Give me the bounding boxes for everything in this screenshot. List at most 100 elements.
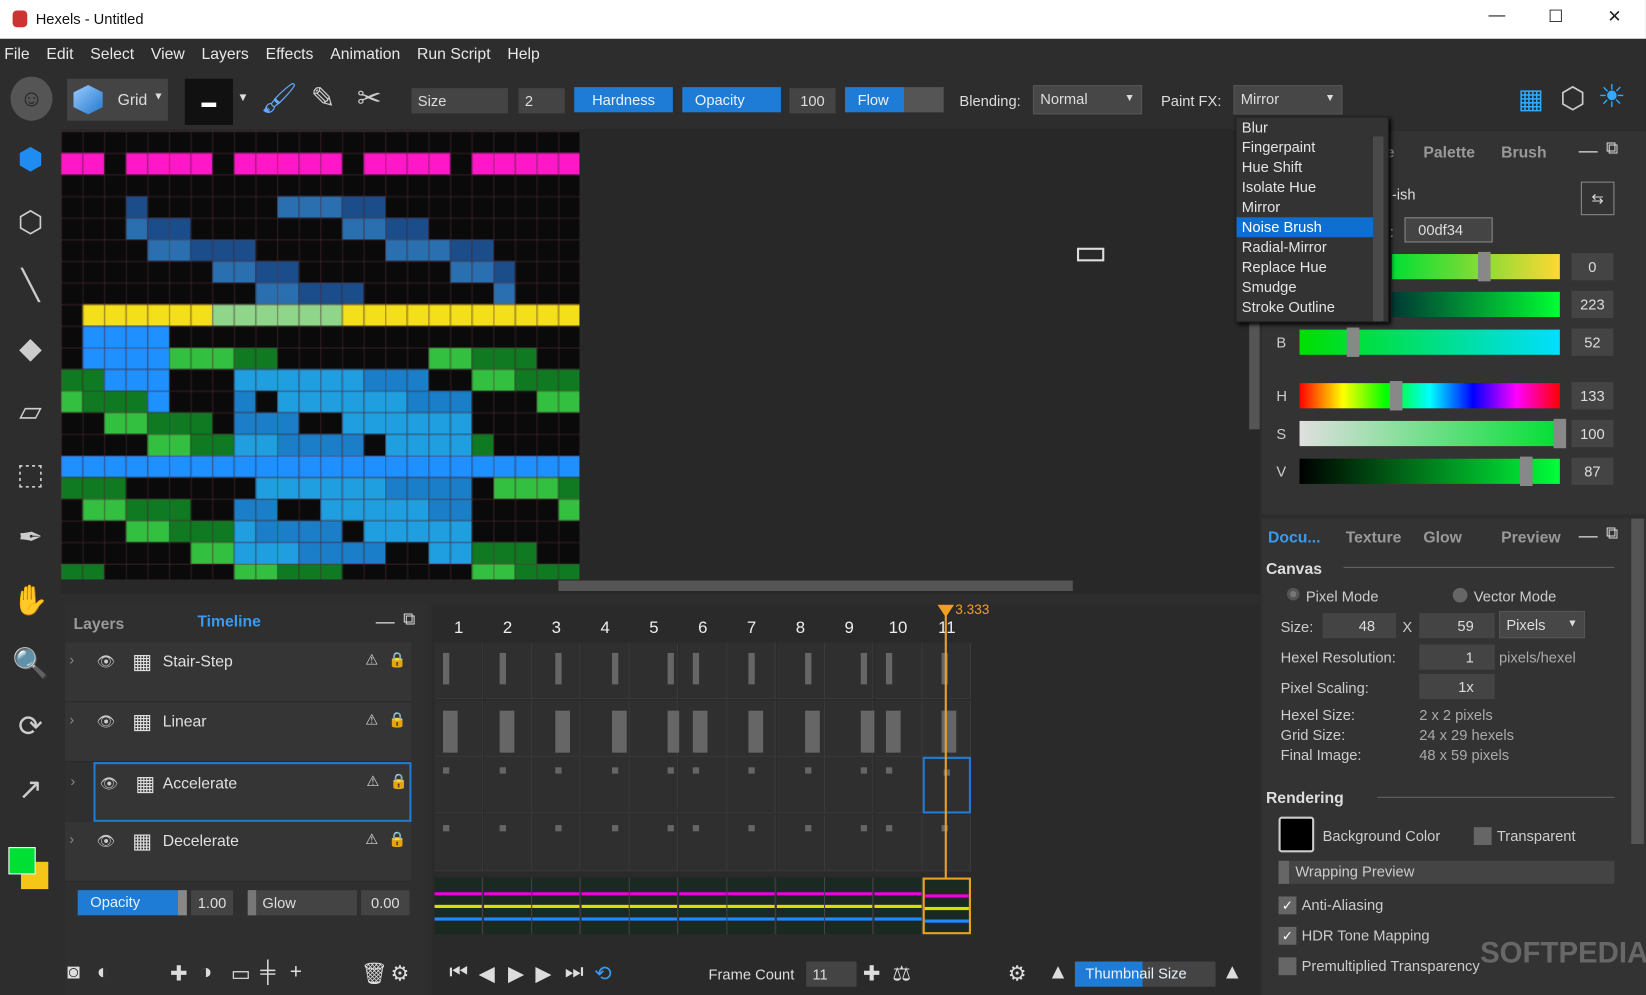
settings-icon[interactable]: ⚙ <box>390 960 409 986</box>
eraser-icon[interactable]: ▱ <box>10 392 50 432</box>
keyframe-cell[interactable] <box>581 756 630 814</box>
swap-colors-icon[interactable]: ⇆ <box>1580 181 1615 216</box>
channel-value[interactable]: 87 <box>1571 457 1614 485</box>
line-tool-icon[interactable]: ✂ <box>357 81 382 116</box>
zoom-icon[interactable]: 🔍 <box>10 643 50 683</box>
frame-number[interactable]: 3 <box>546 619 567 638</box>
mascot-icon[interactable]: ☺ <box>10 76 53 121</box>
hex-view-icon[interactable]: ⬡ <box>1560 81 1586 116</box>
frame-thumbnail[interactable] <box>825 877 874 935</box>
add-frame-icon[interactable]: ✚ <box>863 960 881 986</box>
keyframe-cell[interactable] <box>825 699 876 757</box>
hex-input[interactable]: 00df34 <box>1404 217 1493 243</box>
keyframe-cell[interactable] <box>629 642 679 700</box>
keyframe-cell[interactable] <box>434 814 483 871</box>
channel-value[interactable]: 0 <box>1571 252 1614 281</box>
channel-value[interactable]: 223 <box>1571 290 1614 319</box>
paintfx-option[interactable]: Blur <box>1237 118 1375 138</box>
keyframe-cell[interactable] <box>873 814 923 871</box>
menu-help[interactable]: Help <box>499 39 548 63</box>
loop-icon[interactable]: ⟲ <box>594 960 612 986</box>
slider-thumb[interactable] <box>1477 251 1491 282</box>
keyframe-cell[interactable] <box>727 756 776 814</box>
layer-row[interactable]: › 👁 ▦ Decelerate ⚠ 🔒 <box>65 821 412 882</box>
keyframe-cell[interactable] <box>629 756 679 814</box>
frame-number[interactable]: 1 <box>448 619 469 638</box>
hexagon-outline-tool-icon[interactable]: ⬡ <box>10 203 50 243</box>
pixel-scaling-input[interactable]: 1x <box>1419 673 1495 700</box>
frame-thumbnail[interactable] <box>678 877 727 935</box>
channel-slider[interactable] <box>1299 456 1560 487</box>
chevron-down-icon[interactable]: ▼ <box>237 91 248 104</box>
tab-glow[interactable]: Glow <box>1423 529 1461 547</box>
add-mask-icon[interactable]: ◙ <box>67 960 80 984</box>
tab-timeline[interactable]: Timeline <box>197 613 261 631</box>
frame-number[interactable]: 8 <box>790 619 811 638</box>
menu-animation[interactable]: Animation <box>322 39 409 63</box>
panel-scrollbar[interactable] <box>1631 518 1644 844</box>
eye-icon[interactable]: 👁 <box>100 775 119 793</box>
keyframe-cell[interactable] <box>825 756 874 814</box>
blend-icon[interactable]: ⚠ <box>365 830 378 848</box>
paintfx-option[interactable]: Smudge <box>1237 277 1375 297</box>
background-color-swatch[interactable] <box>1278 816 1315 853</box>
frame-thumbnail[interactable] <box>581 877 630 935</box>
tab-palette[interactable]: Palette <box>1423 144 1475 162</box>
prev-frame-icon[interactable]: ◀ <box>479 960 495 986</box>
premultiplied-checkbox[interactable] <box>1278 957 1297 976</box>
keyframe-cell[interactable] <box>727 642 776 700</box>
pencil-icon[interactable]: ✎ <box>311 81 336 116</box>
frame-thumbnail[interactable] <box>532 877 581 935</box>
menu-effects[interactable]: Effects <box>257 39 322 63</box>
keyframe-cell[interactable] <box>678 756 727 814</box>
tab-brush[interactable]: Brush <box>1501 144 1546 162</box>
expand-icon[interactable]: › <box>69 651 74 668</box>
expand-icon[interactable]: › <box>70 773 75 790</box>
transform-icon[interactable]: ↗ <box>10 769 50 809</box>
slider-thumb[interactable] <box>1346 327 1359 357</box>
menu-view[interactable]: View <box>142 39 193 63</box>
keyframe-cell[interactable] <box>532 814 581 871</box>
opacity-value[interactable]: 100 <box>789 88 836 114</box>
paintfx-select[interactable]: Mirror <box>1233 85 1343 115</box>
duplicate-layer-icon[interactable]: ╪ <box>260 960 275 984</box>
grid-view-icon[interactable]: ▦ <box>1518 83 1544 116</box>
canvas-viewport[interactable] <box>60 129 1260 595</box>
brush-icon[interactable]: 🖌 <box>260 81 297 116</box>
paintfx-option[interactable]: Radial-Mirror <box>1237 237 1375 257</box>
menu-file[interactable]: File <box>0 39 38 63</box>
channel-slider[interactable] <box>1391 291 1560 318</box>
dropdown-scrollbar[interactable] <box>1373 136 1384 322</box>
frame-number[interactable]: 6 <box>692 619 713 638</box>
lock-icon[interactable]: 🔒 <box>388 711 406 729</box>
menu-run-script[interactable]: Run Script <box>409 39 499 63</box>
channel-value[interactable]: 133 <box>1571 382 1614 410</box>
timeline-settings-icon[interactable]: ⚙ <box>1008 960 1027 986</box>
lock-icon[interactable]: 🔒 <box>388 830 406 848</box>
lighting-icon[interactable]: ☀ <box>1598 79 1626 116</box>
frame-number[interactable]: 5 <box>643 619 664 638</box>
play-icon[interactable]: ▶ <box>508 960 524 986</box>
channel-value[interactable]: 52 <box>1571 328 1614 356</box>
keyframe-cell[interactable] <box>434 756 483 814</box>
keyframe-cell[interactable] <box>581 642 630 700</box>
paintfx-option[interactable]: Isolate Hue <box>1237 177 1375 197</box>
channel-slider[interactable] <box>1299 327 1560 357</box>
frame-thumbnail[interactable] <box>434 877 483 935</box>
rotate-view-icon[interactable]: ⟳ <box>10 706 50 746</box>
keyframe-cell[interactable] <box>776 699 825 757</box>
channel-slider[interactable] <box>1299 381 1560 411</box>
close-button[interactable]: ✕ <box>1593 6 1635 33</box>
keyframe-cell[interactable] <box>825 814 874 871</box>
frame-thumbnail[interactable] <box>922 877 971 935</box>
float-panel-icon[interactable]: ⧉ <box>1606 140 1618 159</box>
size-slider[interactable]: Size <box>411 88 509 114</box>
first-frame-icon[interactable]: ⏮ <box>449 960 468 984</box>
minimize-panel-icon[interactable]: — <box>376 611 395 633</box>
layer-opacity-slider[interactable]: Opacity <box>77 890 187 916</box>
width-input[interactable]: 48 <box>1322 613 1397 639</box>
eye-icon[interactable]: 👁 <box>97 832 116 850</box>
paintfx-option[interactable]: Fingerpaint <box>1237 138 1375 158</box>
eye-icon[interactable]: 👁 <box>97 653 116 671</box>
vector-mode-radio[interactable] <box>1452 587 1468 603</box>
